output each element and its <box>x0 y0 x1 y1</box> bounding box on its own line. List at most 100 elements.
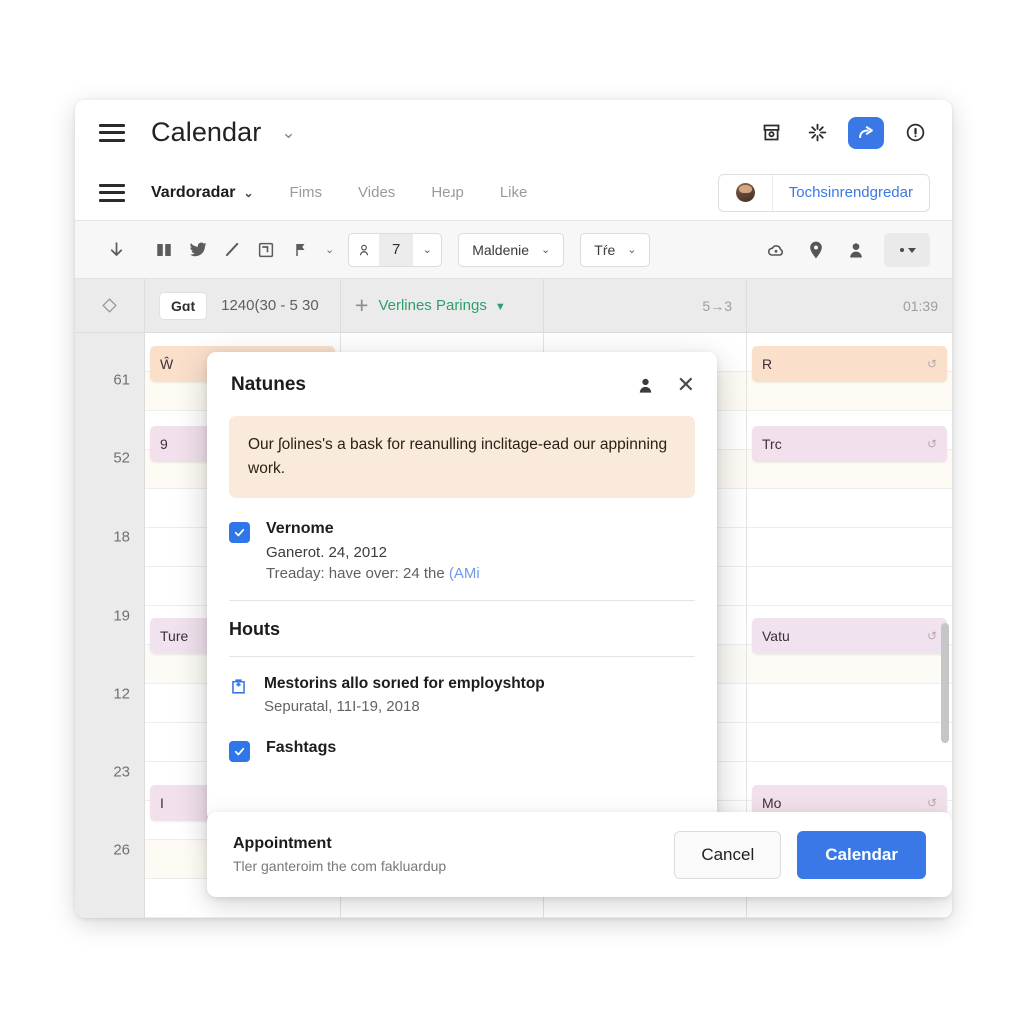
recurring-icon: ↺ <box>926 796 937 810</box>
close-icon[interactable]: ✕ <box>677 374 695 396</box>
calendar-header: Gɑt 1240(30 - 5 30 + Verlines Parings ▼ 5… <box>75 279 952 333</box>
account-name: Tochsinrendgredar <box>788 184 913 201</box>
calendar-meta-1: 5→3 <box>544 279 747 332</box>
cloud-icon[interactable] <box>760 234 792 266</box>
calendar-group-selector: + Verlines Parings ▼ <box>341 279 544 332</box>
dialog-header-actions: ✕ <box>636 374 695 396</box>
gutter-label: 52 <box>113 449 130 467</box>
screen: Calendar ⌄ Vardoradar ⌄ Fims Vides Heɹp … <box>0 0 1024 1024</box>
archive-icon[interactable] <box>756 118 786 148</box>
gutter-label: 12 <box>113 685 130 703</box>
meta-2-label: 01:39 <box>902 297 938 314</box>
avatar <box>719 174 773 211</box>
list-item-content: Vernome Ganerot. 24, 2012 Treaday: have … <box>266 520 480 582</box>
book-icon[interactable] <box>147 233 181 267</box>
list-item-title: Vernome <box>266 520 334 538</box>
chevron-down-icon[interactable]: ⌄ <box>317 243 342 256</box>
gutter-label: 26 <box>113 841 130 859</box>
notice-banner: Our ʃolines's a bask for reanulling incl… <box>229 416 695 499</box>
diamond-icon[interactable] <box>75 279 145 332</box>
chevron-down-icon: ⌄ <box>627 244 637 256</box>
time-gutter: 61 52 18 19 12 23 26 <box>75 333 145 918</box>
checkbox-vernome[interactable] <box>229 522 250 544</box>
gutter-label: 18 <box>113 528 130 546</box>
dialog-body: Vernome Ganerot. 24, 2012 Treaday: have … <box>207 498 717 780</box>
list-item[interactable]: Fashtags <box>229 725 695 780</box>
meta-1-label: 5→3 <box>702 297 732 314</box>
list-item[interactable]: Mestorins allo sorıed for employshtop Se… <box>229 657 695 725</box>
person-icon[interactable] <box>840 234 872 266</box>
group-label[interactable]: Verlines Parings ▼ <box>378 297 505 314</box>
add-icon[interactable]: + <box>355 294 368 317</box>
chevron-down-icon[interactable]: ⌄ <box>281 124 295 141</box>
section-title: Houts <box>229 619 280 640</box>
detail-link[interactable]: (AMi <box>449 565 480 582</box>
nav-link-vides[interactable]: Vides <box>358 184 395 201</box>
gutter-label: 19 <box>113 607 130 625</box>
list-item[interactable]: Vernome Ganerot. 24, 2012 Treaday: have … <box>229 498 695 600</box>
recurring-icon: ↺ <box>926 357 937 371</box>
dialog-footer: Appointment Tler ganteroim the com faklu… <box>207 812 952 897</box>
event-label: R <box>762 356 773 372</box>
footer-actions: Cancel Calendar <box>674 830 926 879</box>
nav-brand-label: Vardoradar <box>151 183 236 201</box>
person-icon[interactable] <box>636 376 655 395</box>
account-chip[interactable]: Tochsinrendgredar <box>717 173 930 212</box>
gutter-label: 61 <box>113 371 130 389</box>
quantity-stepper[interactable]: 7 ⌄ <box>348 232 443 267</box>
nav-link-help[interactable]: Heɹp <box>431 184 464 201</box>
twitter-bird-icon[interactable] <box>181 233 215 267</box>
recurring-icon: ↺ <box>926 629 937 643</box>
event-label: Vatu <box>762 628 790 644</box>
recurring-icon: ↺ <box>926 437 937 451</box>
share-icon[interactable] <box>848 116 884 149</box>
hamburger-icon[interactable] <box>99 183 125 202</box>
date-range-label: 1240(30 - 5 30 <box>221 297 319 314</box>
event-label: Trc <box>762 436 782 452</box>
dialog-header: Natunes ✕ <box>207 352 717 402</box>
flag-icon[interactable] <box>283 233 317 267</box>
event-label: Ŵ <box>160 356 174 372</box>
footer-text: Appointment Tler ganteroim the com faklu… <box>233 835 446 874</box>
nav-link-like[interactable]: Like <box>500 184 528 201</box>
hamburger-icon[interactable] <box>99 123 125 142</box>
event-label: 9 <box>160 436 168 452</box>
calendar-event[interactable]: R ↺ <box>752 346 947 382</box>
download-icon[interactable] <box>99 233 133 267</box>
toolbar-right-actions <box>760 232 930 267</box>
calendar-event[interactable]: Vatu ↺ <box>752 618 947 654</box>
titlebar-actions <box>756 116 930 149</box>
app-window: Calendar ⌄ Vardoradar ⌄ Fims Vides Heɹp … <box>75 100 952 918</box>
nav-brand[interactable]: Vardoradar ⌄ <box>151 184 254 202</box>
list-item-subtitle: Ganerot. 24, 2012 <box>266 544 387 562</box>
list-item-title: Fashtags <box>266 739 337 757</box>
dialog-title: Natunes <box>231 374 306 395</box>
more-options-button[interactable] <box>884 232 930 267</box>
clipboard-icon <box>229 677 248 715</box>
today-button[interactable]: Gɑt <box>159 291 208 320</box>
calendar-date-nav: Gɑt 1240(30 - 5 30 <box>145 279 341 332</box>
vertical-scrollbar[interactable] <box>941 623 949 743</box>
cancel-button[interactable]: Cancel <box>674 830 782 879</box>
gutter-label: 23 <box>113 763 130 781</box>
chevron-down-icon: ⌄ <box>243 185 254 200</box>
calendar-button[interactable]: Calendar <box>797 830 926 879</box>
sparkle-icon[interactable] <box>802 118 832 148</box>
chevron-down-icon[interactable]: ⌄ <box>413 243 441 256</box>
select-maldenie[interactable]: Maldenie ⌄ <box>458 232 565 267</box>
location-pin-icon[interactable] <box>800 234 832 266</box>
select-tre[interactable]: Tŕe ⌄ <box>580 232 651 267</box>
info-icon[interactable] <box>900 118 930 148</box>
frame-icon[interactable] <box>249 233 283 267</box>
chevron-down-icon: ⌄ <box>541 244 551 256</box>
nav-link-fims[interactable]: Fims <box>290 184 323 201</box>
list-item-content: Mestorins allo sorıed for employshtop Se… <box>264 675 545 715</box>
stepper-value: 7 <box>379 233 414 266</box>
detail-text: Treaday: have over: 24 the <box>266 565 449 583</box>
calendar-event[interactable]: Trc ↺ <box>752 426 947 462</box>
checkbox-fashtags[interactable] <box>229 741 250 763</box>
event-label: Mo <box>762 795 782 811</box>
toolbar: ⌄ 7 ⌄ Maldenie ⌄ Tŕe ⌄ <box>75 221 952 279</box>
title-bar: Calendar ⌄ <box>75 100 952 165</box>
pencil-icon[interactable] <box>215 233 249 267</box>
